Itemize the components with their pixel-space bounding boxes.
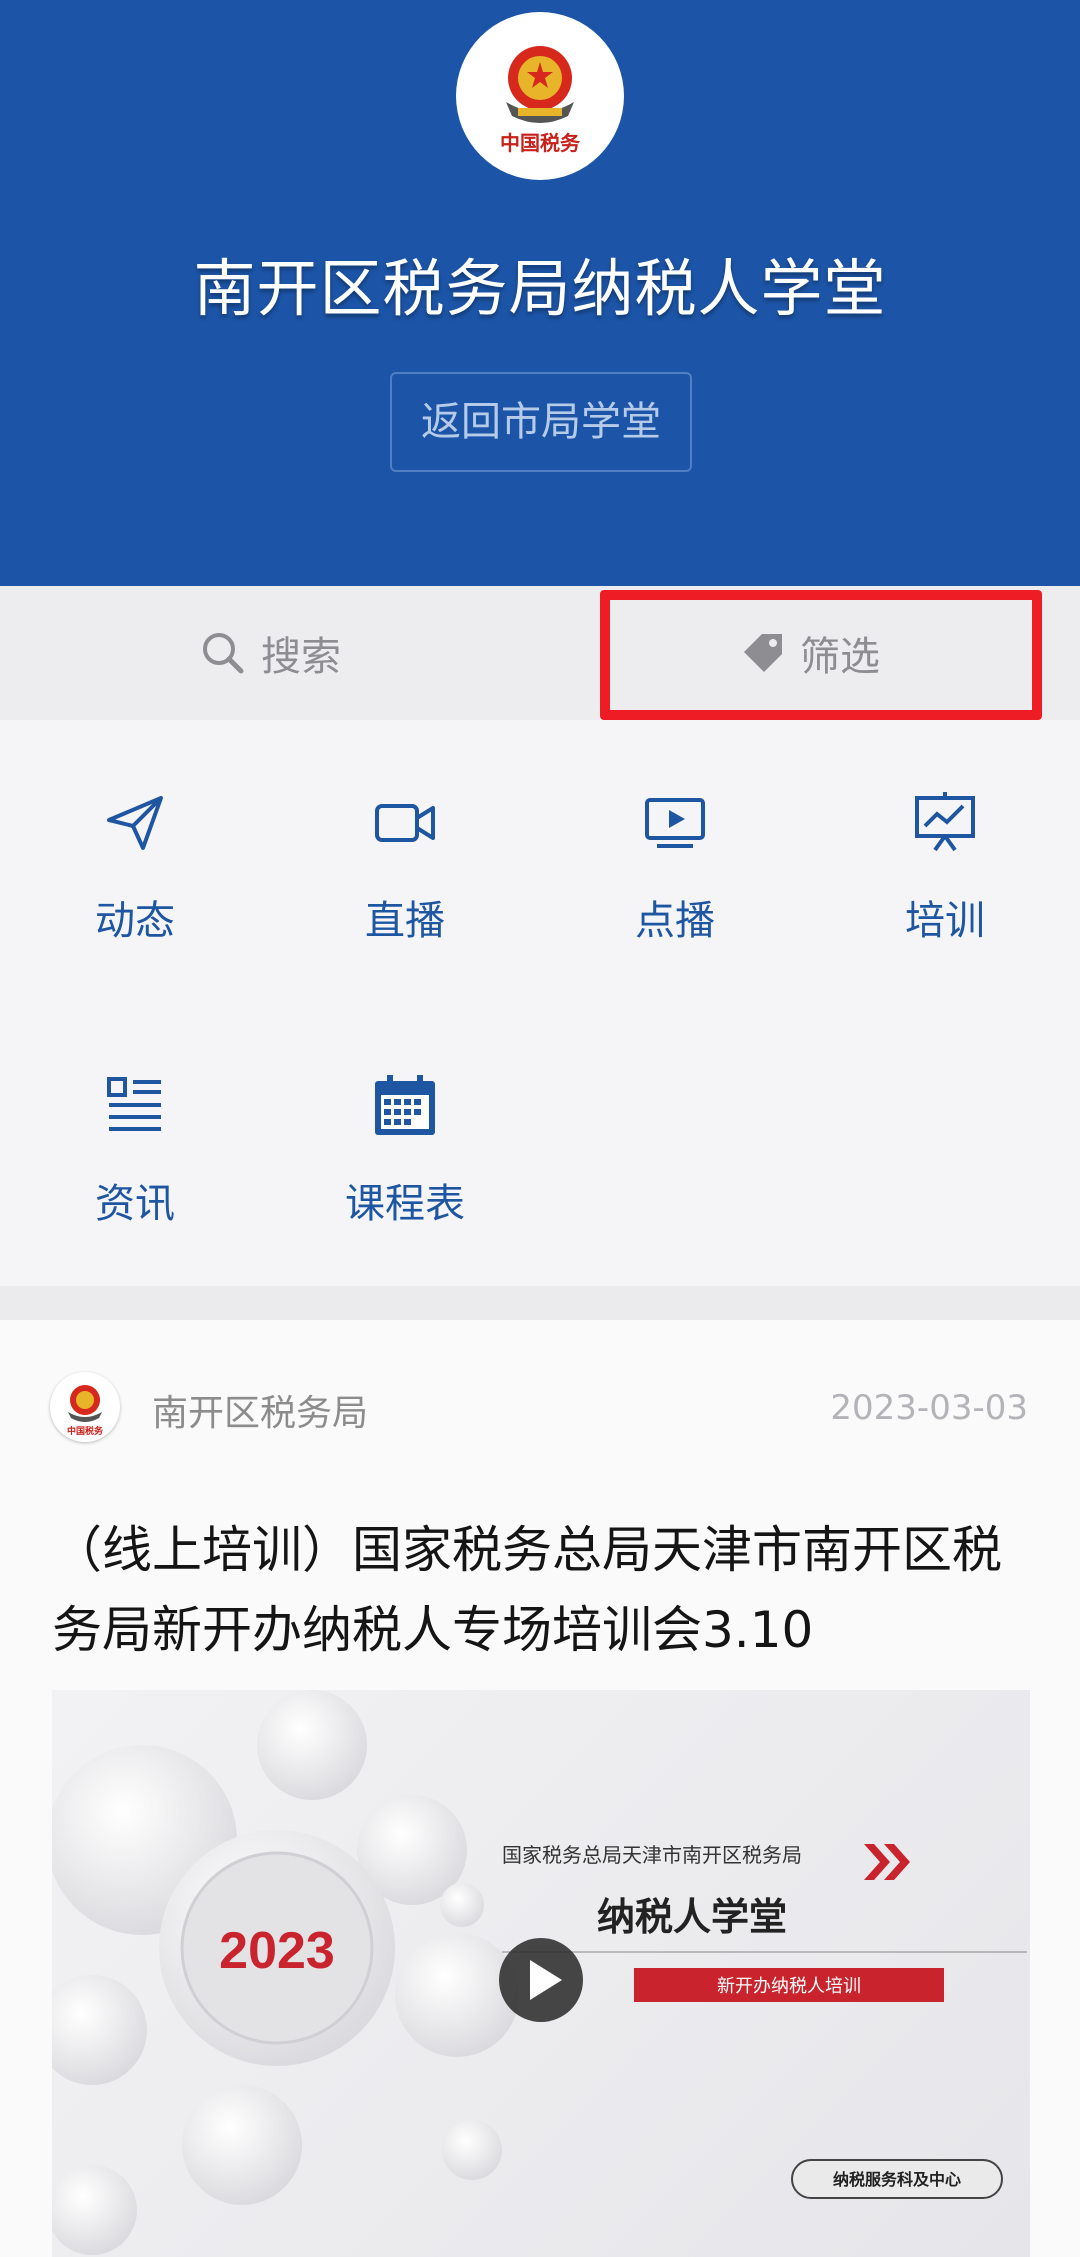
grid-item-label: 点播 — [635, 898, 715, 944]
search-label: 搜索 — [261, 634, 341, 680]
tax-emblem-logo: 中国税务 — [456, 12, 624, 180]
svg-text:国家税务总局天津市南开区税务局: 国家税务总局天津市南开区税务局 — [502, 1843, 802, 1867]
presentation-board-icon — [915, 792, 975, 852]
video-camera-icon — [375, 804, 435, 842]
grid-item-vod[interactable]: 点播 — [540, 720, 810, 944]
grid-item-training[interactable]: 培训 — [810, 720, 1080, 944]
grid-item-label: 培训 — [905, 898, 985, 944]
post-author[interactable]: 南开区税务局 — [152, 1384, 368, 1436]
svg-text:纳税人学堂: 纳税人学堂 — [597, 1895, 787, 1939]
grid-item-label: 课程表 — [345, 1181, 465, 1227]
grid-item-label: 直播 — [365, 898, 445, 944]
search-icon — [203, 633, 244, 674]
post-title[interactable]: （线上培训）国家税务总局天津市南开区税务局新开办纳税人专场培训会3.10 — [52, 1510, 1042, 1670]
grid-item-dynamics[interactable]: 动态 — [0, 720, 270, 944]
section-divider — [0, 1286, 1080, 1320]
grid-item-news[interactable]: 资讯 — [0, 1003, 270, 1227]
grid-item-live[interactable]: 直播 — [270, 720, 540, 944]
filter-highlight-box — [600, 590, 1042, 720]
svg-text:中国税务: 中国税务 — [500, 131, 581, 155]
back-to-city-button[interactable]: 返回市局学堂 — [390, 372, 692, 472]
author-avatar[interactable]: 中国税务 — [50, 1372, 120, 1442]
post-card[interactable]: 中国税务 南开区税务局 2023-03-03 （线上培训）国家税务总局天津市南开… — [0, 1320, 1080, 2257]
play-screen-icon — [645, 798, 705, 848]
paper-plane-icon — [107, 796, 163, 850]
function-grid: 动态 直播 点播 培训 资讯 课程表 — [0, 720, 1080, 1286]
play-button-icon[interactable] — [499, 1938, 583, 2022]
calendar-icon — [375, 1075, 435, 1135]
grid-item-label: 动态 — [95, 898, 175, 944]
svg-text:纳税服务科及中心: 纳税服务科及中心 — [833, 2170, 961, 2189]
post-date: 2023-03-03 — [830, 1388, 1028, 1428]
page-title: 南开区税务局纳税人学堂 — [193, 252, 887, 325]
news-list-icon — [107, 1077, 161, 1131]
grid-item-label: 资讯 — [95, 1181, 175, 1227]
search-button[interactable]: 搜索 — [0, 586, 540, 720]
svg-text:新开办纳税人培训: 新开办纳税人培训 — [717, 1976, 861, 1997]
svg-text:2023: 2023 — [219, 1922, 335, 1980]
video-thumbnail[interactable]: 2023 国家税务总局天津市南开区税务局 纳税人学堂 新开办纳税人培训 纳税服务… — [52, 1690, 1030, 2257]
svg-text:中国税务: 中国税务 — [67, 1425, 104, 1437]
grid-item-schedule[interactable]: 课程表 — [270, 1003, 540, 1227]
header: 中国税务 南开区税务局纳税人学堂 返回市局学堂 — [0, 0, 1080, 586]
